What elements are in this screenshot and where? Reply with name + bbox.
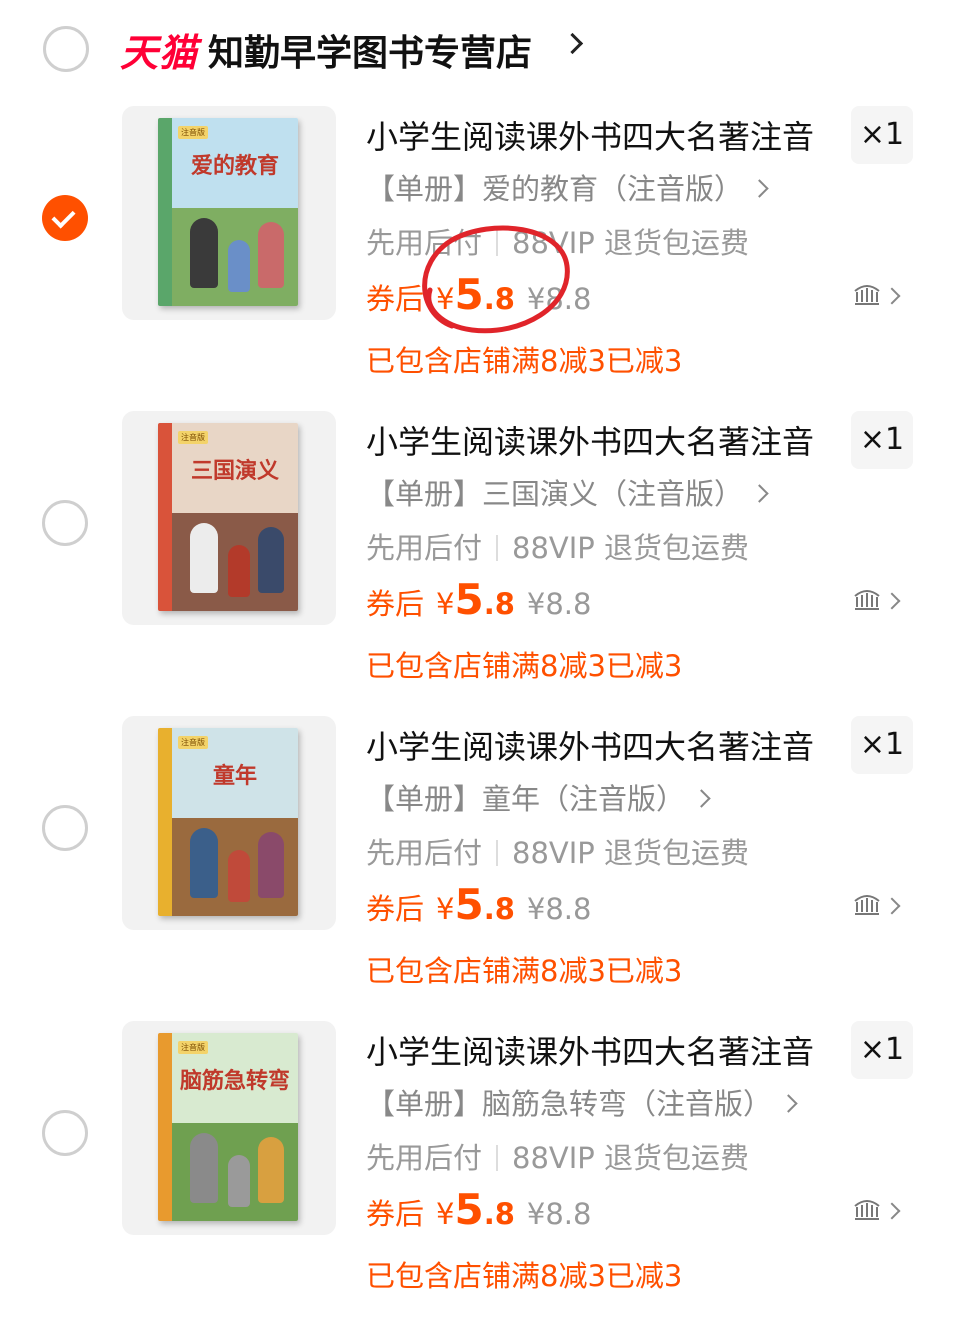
price-integer: 5	[454, 1185, 484, 1234]
price-trend-icon[interactable]	[853, 892, 881, 916]
chevron-right-icon	[692, 789, 711, 808]
sku-selector[interactable]: 【单册】脑筋急转弯（注音版）	[366, 1081, 798, 1123]
chevron-right-icon[interactable]	[883, 287, 901, 305]
item-select-radio[interactable]	[42, 195, 88, 241]
pay-later-label: 先用后付	[366, 836, 483, 870]
price-integer: 5	[454, 880, 484, 929]
original-price: ¥8.8	[526, 1197, 592, 1231]
product-title[interactable]: 小学生阅读课外书四大名著注音	[366, 417, 814, 463]
price-row: 券后 ¥5.8 ¥8.8	[366, 880, 591, 940]
original-price: ¥8.8	[526, 587, 592, 621]
price-trend-icon[interactable]	[853, 282, 881, 306]
item-select-radio[interactable]	[42, 1110, 88, 1156]
shop-header: 天猫 知勤早学图书专营店	[0, 0, 954, 100]
service-tags: 先用后付 88VIP 退货包运费	[366, 1135, 749, 1177]
chevron-right-icon	[750, 179, 769, 198]
price-decimal: .8	[483, 587, 515, 621]
cart-item: 注音版 脑筋急转弯 小学生阅读课外书四大名著注音 ×1 【单册】脑筋急转弯（注音…	[0, 1021, 954, 1326]
sku-label: 【单册】爱的教育（注音版）	[366, 172, 744, 206]
book-cover-image: 注音版 三国演义	[158, 423, 298, 611]
item-select-radio[interactable]	[42, 805, 88, 851]
sku-selector[interactable]: 【单册】爱的教育（注音版）	[366, 166, 769, 208]
price-row: 券后 ¥5.8 ¥8.8	[366, 575, 591, 635]
vip-return-label: 88VIP 退货包运费	[512, 1141, 750, 1175]
promo-text: 已包含店铺满8减3已减3	[366, 649, 683, 683]
chevron-right-icon[interactable]	[883, 897, 901, 915]
price-yen: ¥	[436, 892, 455, 926]
quantity-box[interactable]: ×1	[851, 716, 913, 774]
price-label: 券后	[366, 1197, 425, 1231]
book-cover-image: 注音版 爱的教育	[158, 118, 298, 306]
book-cover-image: 注音版 童年	[158, 728, 298, 916]
sku-selector[interactable]: 【单册】童年（注音版）	[366, 776, 711, 818]
quantity-box[interactable]: ×1	[851, 1021, 913, 1079]
price-row: 券后 ¥5.8 ¥8.8	[366, 1185, 591, 1245]
chevron-right-icon[interactable]	[883, 1202, 901, 1220]
vip-return-label: 88VIP 退货包运费	[512, 836, 750, 870]
shop-name-link[interactable]: 知勤早学图书专营店	[208, 24, 532, 76]
price-label: 券后	[366, 892, 425, 926]
promo-text: 已包含店铺满8减3已减3	[366, 344, 683, 378]
product-title[interactable]: 小学生阅读课外书四大名著注音	[366, 722, 814, 768]
chevron-right-icon[interactable]	[883, 592, 901, 610]
product-title[interactable]: 小学生阅读课外书四大名著注音	[366, 112, 814, 158]
book-cover-image: 注音版 脑筋急转弯	[158, 1033, 298, 1221]
tmall-logo: 天猫	[120, 31, 199, 75]
pay-later-label: 先用后付	[366, 1141, 483, 1175]
service-tags: 先用后付 88VIP 退货包运费	[366, 525, 749, 567]
shop-select-radio[interactable]	[43, 26, 89, 72]
price-yen: ¥	[436, 587, 455, 621]
price-decimal: .8	[483, 1197, 515, 1231]
chevron-right-icon[interactable]	[561, 32, 584, 55]
item-select-radio[interactable]	[42, 500, 88, 546]
cart-item: 注音版 童年 小学生阅读课外书四大名著注音 ×1 【单册】童年（注音版） 先用后…	[0, 716, 954, 1021]
price-trend-icon[interactable]	[853, 1197, 881, 1221]
sku-label: 【单册】脑筋急转弯（注音版）	[366, 1087, 773, 1121]
price-integer: 5	[454, 575, 484, 624]
price-trend-icon[interactable]	[853, 587, 881, 611]
product-thumbnail[interactable]: 注音版 爱的教育	[122, 106, 336, 320]
divider	[496, 840, 499, 866]
pay-later-label: 先用后付	[366, 531, 483, 565]
sku-label: 【单册】三国演义（注音版）	[366, 477, 744, 511]
price-decimal: .8	[483, 892, 515, 926]
price-yen: ¥	[436, 1197, 455, 1231]
product-title[interactable]: 小学生阅读课外书四大名著注音	[366, 1027, 814, 1073]
promo-text: 已包含店铺满8减3已减3	[366, 954, 683, 988]
product-thumbnail[interactable]: 注音版 三国演义	[122, 411, 336, 625]
annotation-circle	[422, 225, 570, 334]
cart-item: 注音版 三国演义 小学生阅读课外书四大名著注音 ×1 【单册】三国演义（注音版）…	[0, 411, 954, 716]
quantity-box[interactable]: ×1	[851, 411, 913, 469]
original-price: ¥8.8	[526, 892, 592, 926]
vip-return-label: 88VIP 退货包运费	[512, 531, 750, 565]
chevron-right-icon	[779, 1094, 798, 1113]
price-label: 券后	[366, 587, 425, 621]
product-thumbnail[interactable]: 注音版 童年	[122, 716, 336, 930]
promo-text: 已包含店铺满8减3已减3	[366, 1259, 683, 1293]
quantity-box[interactable]: ×1	[851, 106, 913, 164]
service-tags: 先用后付 88VIP 退货包运费	[366, 830, 749, 872]
sku-selector[interactable]: 【单册】三国演义（注音版）	[366, 471, 769, 513]
sku-label: 【单册】童年（注音版）	[366, 782, 686, 816]
divider	[496, 535, 499, 561]
product-thumbnail[interactable]: 注音版 脑筋急转弯	[122, 1021, 336, 1235]
divider	[496, 1145, 499, 1171]
chevron-right-icon	[750, 484, 769, 503]
